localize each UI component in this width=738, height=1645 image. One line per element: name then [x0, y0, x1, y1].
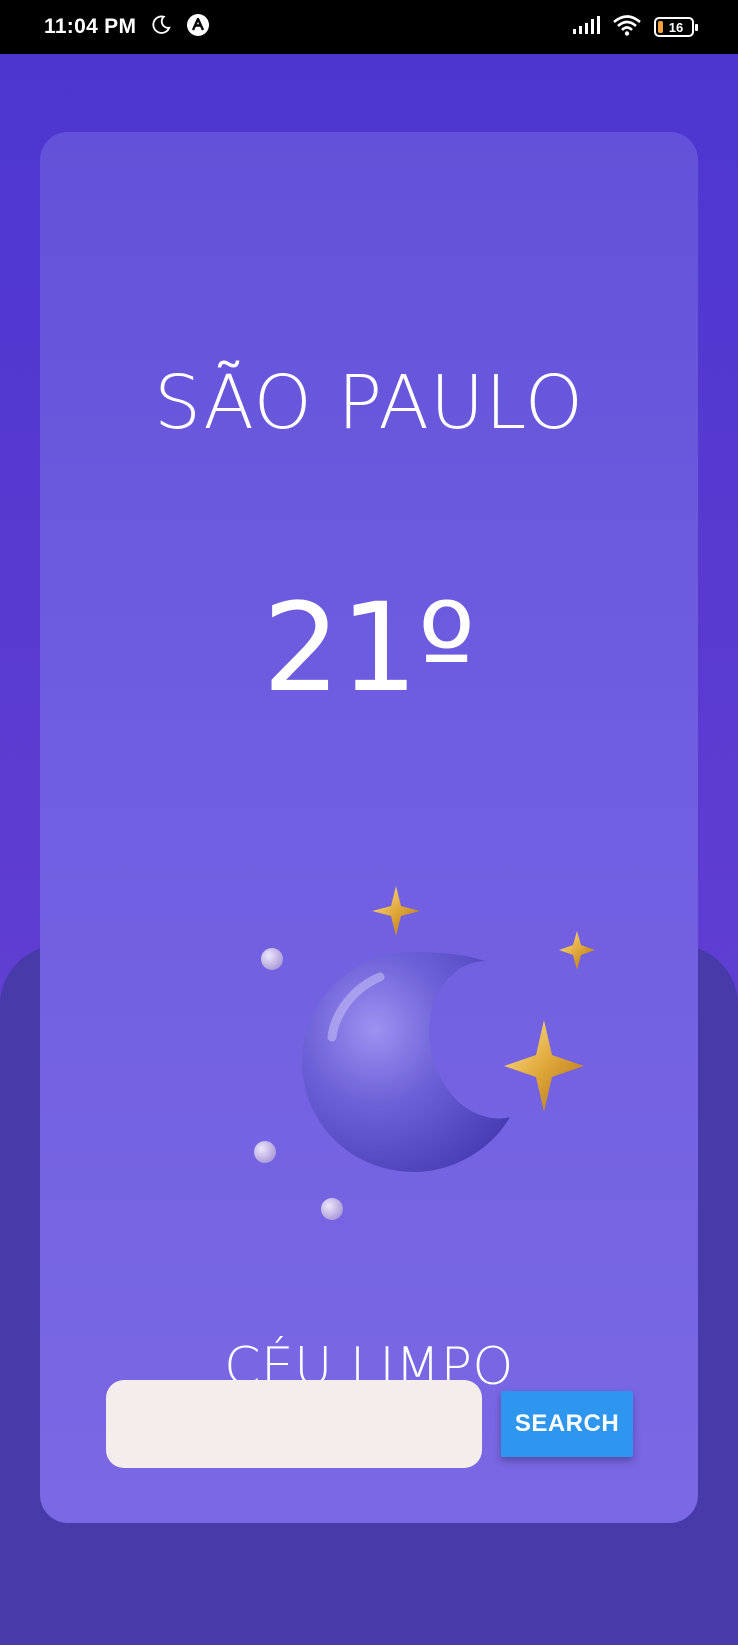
status-time: 11:04 PM [44, 15, 137, 38]
temperature: 21º [262, 577, 476, 719]
search-input[interactable] [106, 1380, 482, 1468]
signal-icon [572, 15, 600, 40]
battery-icon: 16 [654, 17, 698, 37]
battery-level: 16 [668, 19, 684, 35]
city-name: SÃO PAULO [154, 360, 584, 446]
wifi-icon [612, 14, 642, 41]
app-notification-icon [186, 13, 210, 42]
moon-icon [150, 14, 172, 41]
search-button[interactable]: SEARCH [501, 1391, 633, 1457]
weather-card: SÃO PAULO 21º CÉU LIMPO [40, 132, 698, 1523]
status-bar-left: 11:04 PM [44, 13, 210, 42]
battery-fill [658, 21, 663, 33]
status-bar: 11:04 PM 16 [0, 0, 738, 54]
status-bar-right: 16 [572, 14, 698, 41]
moon-stars-icon [240, 872, 600, 1232]
